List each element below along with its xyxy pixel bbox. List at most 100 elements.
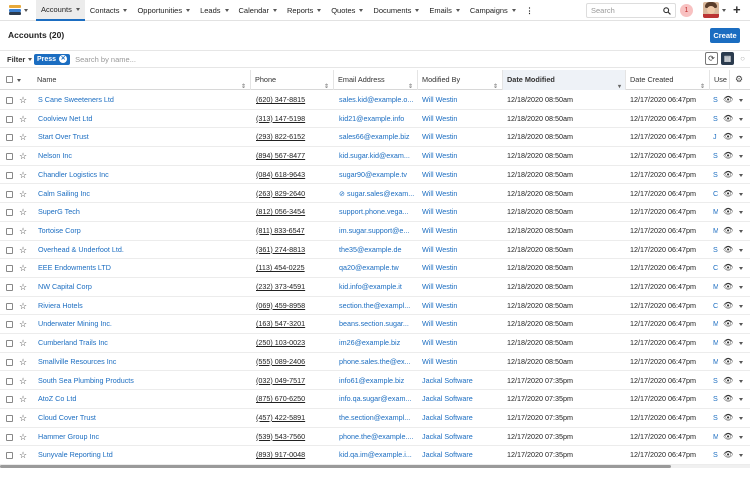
assigned-user-link[interactable]: M: [713, 315, 718, 334]
account-name-link[interactable]: Nelson Inc: [38, 147, 248, 166]
preview-eye-icon[interactable]: 👁: [723, 372, 733, 391]
nav-tab-documents[interactable]: Documents: [368, 0, 424, 21]
account-name-link[interactable]: Smallville Resources Inc: [38, 353, 248, 372]
modified-by-link[interactable]: Will Westin: [422, 128, 502, 147]
row-actions-chevron-icon[interactable]: [739, 229, 743, 233]
phone-link[interactable]: (457) 422-5891: [256, 409, 332, 428]
favorite-star-icon[interactable]: ☆: [19, 319, 27, 329]
email-link[interactable]: the35@example.de: [339, 241, 415, 260]
table-row[interactable]: ☆ Smallville Resources Inc (555) 089-2406 p…: [0, 353, 750, 372]
favorite-star-icon[interactable]: ☆: [19, 450, 27, 460]
create-button[interactable]: Create: [710, 28, 740, 43]
preview-eye-icon[interactable]: 👁: [723, 353, 733, 372]
row-checkbox[interactable]: [6, 414, 13, 422]
modified-by-link[interactable]: Will Westin: [422, 315, 502, 334]
email-link[interactable]: info.qa.sugar@exam...: [339, 390, 415, 409]
favorite-star-icon[interactable]: ☆: [19, 432, 27, 442]
email-link[interactable]: info61@example.biz: [339, 372, 415, 391]
favorite-star-icon[interactable]: ☆: [19, 301, 27, 311]
column-modified-by[interactable]: Modified By ⇕: [418, 70, 503, 90]
account-name-link[interactable]: Chandler Logistics Inc: [38, 166, 248, 185]
column-name[interactable]: Name ⇕: [33, 70, 251, 90]
favorite-star-icon[interactable]: ☆: [19, 394, 27, 404]
email-link[interactable]: sugar90@example.tv: [339, 166, 415, 185]
preview-eye-icon[interactable]: 👁: [723, 91, 733, 110]
favorite-star-icon[interactable]: ☆: [19, 151, 27, 161]
row-checkbox[interactable]: [6, 396, 13, 404]
phone-link[interactable]: (555) 089-2406: [256, 353, 332, 372]
account-name-link[interactable]: Tortoise Corp: [38, 222, 248, 241]
chevron-down-icon[interactable]: [511, 8, 516, 12]
horizontal-scrollbar[interactable]: [0, 465, 750, 468]
phone-link[interactable]: (084) 618-9643: [256, 166, 332, 185]
assigned-user-link[interactable]: S: [713, 91, 718, 110]
account-name-link[interactable]: South Sea Plumbing Products: [38, 372, 248, 391]
table-row[interactable]: ☆ Calm Sailing Inc (263) 829-2640 ⊘ sugar.s…: [0, 185, 750, 204]
chevron-down-icon[interactable]: [272, 8, 277, 12]
select-all-checkbox[interactable]: [6, 76, 13, 83]
account-name-link[interactable]: Riviera Hotels: [38, 297, 248, 316]
assigned-user-link[interactable]: S: [713, 147, 718, 166]
account-name-link[interactable]: Calm Sailing Inc: [38, 185, 248, 204]
phone-link[interactable]: (894) 567-8477: [256, 147, 332, 166]
modified-by-link[interactable]: Jackal Software: [422, 446, 502, 465]
row-actions-chevron-icon[interactable]: [739, 435, 743, 439]
chevron-down-icon[interactable]: [186, 8, 191, 12]
modified-by-link[interactable]: Will Westin: [422, 278, 502, 297]
modified-by-link[interactable]: Will Westin: [422, 334, 502, 353]
email-link[interactable]: section.the@exampl...: [339, 297, 415, 316]
row-actions-chevron-icon[interactable]: [739, 304, 743, 308]
assigned-user-link[interactable]: S: [713, 110, 718, 129]
favorite-star-icon[interactable]: ☆: [19, 170, 27, 180]
table-row[interactable]: ☆ NW Capital Corp (232) 373-4591 kid.info@e…: [0, 278, 750, 297]
preview-eye-icon[interactable]: 👁: [723, 166, 733, 185]
account-name-link[interactable]: Overhead & Underfoot Ltd.: [38, 241, 248, 260]
gear-icon[interactable]: ⚙: [735, 74, 743, 85]
row-checkbox[interactable]: [6, 265, 13, 273]
filter-dropdown[interactable]: Filter: [0, 55, 34, 64]
modified-by-link[interactable]: Jackal Software: [422, 428, 502, 447]
phone-link[interactable]: (163) 547-3201: [256, 315, 332, 334]
account-name-link[interactable]: Coolview Net Ltd: [38, 110, 248, 129]
column-date-created[interactable]: Date Created ⇕: [626, 70, 710, 90]
row-actions-chevron-icon[interactable]: [739, 99, 743, 102]
nav-tab-contacts[interactable]: Contacts: [85, 0, 133, 21]
modified-by-link[interactable]: Will Westin: [422, 203, 502, 222]
row-checkbox[interactable]: [6, 190, 13, 198]
table-row[interactable]: ☆ Hammer Group Inc (539) 543-7560 phone.the…: [0, 428, 750, 447]
preview-eye-icon[interactable]: 👁: [723, 128, 733, 147]
table-row[interactable]: ☆ EEE Endowments LTD (113) 454-0225 qa20@ex…: [0, 259, 750, 278]
assigned-user-link[interactable]: M: [713, 428, 718, 447]
email-link[interactable]: kid.sugar.kid@exam...: [339, 147, 415, 166]
row-checkbox[interactable]: [6, 134, 13, 142]
email-link[interactable]: kid.qa.im@example.i...: [339, 446, 415, 465]
favorite-star-icon[interactable]: ☆: [19, 357, 27, 367]
phone-link[interactable]: (539) 543-7560: [256, 428, 332, 447]
table-row[interactable]: ☆ Cloud Cover Trust (457) 422-5891 the.sect…: [0, 409, 750, 428]
account-name-link[interactable]: Cumberland Trails Inc: [38, 334, 248, 353]
row-actions-chevron-icon[interactable]: [739, 136, 743, 140]
assigned-user-link[interactable]: J: [713, 128, 718, 147]
nav-tab-quotes[interactable]: Quotes: [326, 0, 368, 21]
chevron-down-icon[interactable]: [722, 9, 726, 12]
table-row[interactable]: ☆ S Cane Sweeteners Ltd (620) 347-8815 sale…: [0, 91, 750, 110]
chevron-down-icon[interactable]: [359, 8, 364, 12]
favorite-star-icon[interactable]: ☆: [19, 226, 27, 236]
table-row[interactable]: ☆ Cumberland Trails Inc (250) 103-0023 im26…: [0, 334, 750, 353]
row-actions-chevron-icon[interactable]: [739, 379, 743, 383]
row-actions-chevron-icon[interactable]: [739, 155, 743, 159]
preview-eye-icon[interactable]: 👁: [723, 110, 733, 129]
table-row[interactable]: ☆ Start Over Trust (293) 822-6152 sales66@e…: [0, 128, 750, 148]
nav-tab-emails[interactable]: Emails: [424, 0, 465, 21]
favorite-star-icon[interactable]: ☆: [19, 282, 27, 292]
email-link[interactable]: ⊘ sugar.sales@exam...: [339, 185, 415, 204]
row-checkbox[interactable]: [6, 321, 13, 329]
user-avatar[interactable]: [703, 2, 719, 18]
modified-by-link[interactable]: Will Westin: [422, 353, 502, 372]
chevron-down-icon[interactable]: [75, 7, 80, 11]
phone-link[interactable]: (293) 822-6152: [256, 128, 332, 147]
table-row[interactable]: ☆ Chandler Logistics Inc (084) 618-9643 sug…: [0, 166, 750, 185]
email-link[interactable]: sales66@example.biz: [339, 128, 415, 147]
account-name-link[interactable]: Start Over Trust: [38, 128, 248, 147]
table-row[interactable]: ☆ SuperG Tech (812) 056-3454 support.phone.…: [0, 203, 750, 222]
